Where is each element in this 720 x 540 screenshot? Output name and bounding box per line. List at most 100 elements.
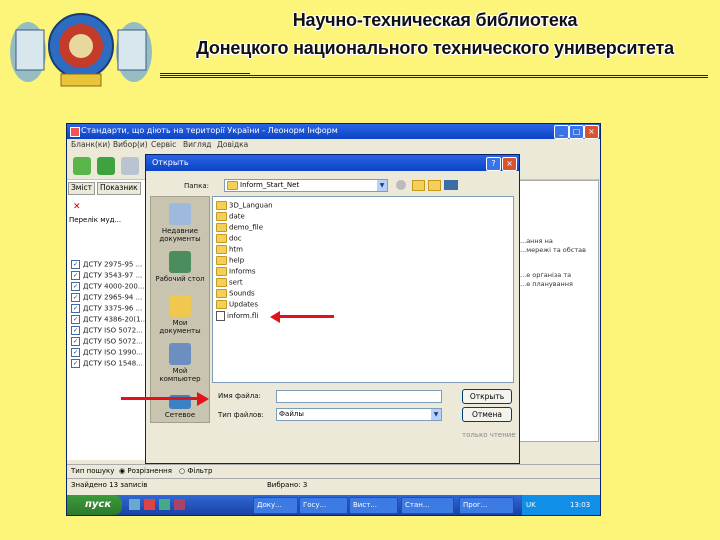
checkbox[interactable]: ✓ [71,348,80,357]
folder-item[interactable]: htm [216,245,243,254]
system-tray: UK 13:03 [522,495,600,515]
open-button[interactable]: Открыть [462,389,512,404]
folder-icon [227,180,238,190]
list-item[interactable]: ✓ ДСТУ 3375-96 ... [71,304,147,314]
help-button[interactable]: ? [486,157,501,171]
place-my-computer[interactable]: Мой компьютер [151,343,209,383]
chevron-down-icon: ▼ [377,180,387,191]
my-documents-icon [169,295,191,317]
dialog-close-button[interactable]: × [502,157,517,171]
start-button[interactable]: пуск [67,495,122,515]
taskbar: пуск Доку... Госу... Вист... Стан... Про… [67,495,600,515]
view-menu-icon[interactable] [444,180,458,190]
minimize-button[interactable]: _ [554,125,569,139]
tab-contents[interactable]: Зміст [68,182,96,195]
cancel-button[interactable]: Отмена [462,407,512,422]
quicklaunch-icon[interactable] [174,499,185,510]
list-item[interactable]: ✓ ДСТУ 4386-20(1... [71,315,147,325]
quicklaunch-icon[interactable] [129,499,140,510]
arrow-to-file [270,310,334,324]
quicklaunch-icon[interactable] [144,499,155,510]
file-item[interactable]: inform.fli [216,311,258,321]
recent-documents-icon [169,203,191,225]
arrow-head-right-icon [197,392,209,406]
list-item[interactable]: ✓ ДСТУ 3543-97 ... [71,271,147,281]
app-title: Стандарти, що діють на території України… [81,126,338,135]
taskbar-item[interactable]: Госу... [299,497,348,514]
found-count: Знайдено 13 записів [71,481,148,489]
list-item[interactable]: ✓ ДСТУ 2965-94 ... [71,293,147,303]
places-bar: Недавние документы Рабочий стол Мои доку… [150,196,210,423]
checkbox[interactable]: ✓ [71,315,80,324]
filetype-select[interactable]: Файлы ▼ [276,408,442,421]
status-bar: Знайдено 13 записів Вибрано: 3 [67,478,600,491]
menu-item[interactable]: Вигляд [183,140,211,149]
my-computer-icon [169,343,191,365]
list-item[interactable]: ✓ ДСТУ ISO 5072... [71,326,147,336]
checkbox[interactable]: ✓ [71,260,80,269]
folder-icon [216,256,227,265]
checkbox[interactable]: ✓ [71,304,80,313]
export-icon[interactable] [73,157,91,175]
folder-item[interactable]: help [216,256,244,265]
list-item[interactable]: ✓ ДСТУ ISO 1548... [71,359,147,369]
new-folder-icon[interactable] [428,180,441,191]
lookin-select[interactable]: Inform_Start_Net ▼ [224,179,388,192]
radio-option-distinct[interactable]: ◉ Розрізнення [119,467,172,475]
folder-item[interactable]: sert [216,278,243,287]
search-icon[interactable] [121,157,139,175]
folder-icon [216,278,227,287]
checkbox[interactable]: ✓ [71,282,80,291]
list-item[interactable]: ✓ ДСТУ ISO 1990... [71,348,147,358]
arrow-to-filename [121,391,211,407]
taskbar-item[interactable]: Прог... [459,497,514,514]
place-my-documents[interactable]: Мои документы [151,295,209,335]
desktop-icon [169,251,191,273]
filter-close-icon[interactable]: ✕ [73,202,81,212]
taskbar-item[interactable]: Стан... [401,497,454,514]
list-item[interactable]: ✓ ДСТУ ISO 5072... [71,337,147,347]
checkbox[interactable]: ✓ [71,337,80,346]
folder-icon [216,234,227,243]
dialog-titlebar: Открыть ? × [146,155,519,171]
menu-item[interactable]: Бланк(ки) [71,140,110,149]
folder-item[interactable]: date [216,212,245,221]
taskbar-item[interactable]: Вист... [349,497,398,514]
close-button[interactable]: × [584,125,599,139]
right-panel-text: ...ання на [520,237,553,245]
app-icon [70,127,80,137]
checkbox[interactable]: ✓ [71,326,80,335]
language-indicator[interactable]: UK [526,501,536,509]
checkbox[interactable]: ✓ [71,293,80,302]
folder-icon [216,212,227,221]
arrow-shaft [279,315,334,318]
place-desktop[interactable]: Рабочий стол [151,251,209,283]
filename-input[interactable] [276,390,442,403]
place-recent[interactable]: Недавние документы [151,203,209,243]
folder-item[interactable]: Updates [216,300,258,309]
back-icon[interactable] [396,180,406,190]
search-type-label: Тип пошуку [71,467,115,475]
maximize-button[interactable]: □ [569,125,584,139]
folder-item[interactable]: 3D_Languan [216,201,273,210]
university-emblem-icon [10,13,152,87]
folder-item[interactable]: demo_file [216,223,263,232]
checkbox[interactable]: ✓ [71,359,80,368]
radio-option-filter[interactable]: ○ Фільтр [179,467,212,475]
menu-item[interactable]: Вибор(и) [113,140,148,149]
folder-item[interactable]: doc [216,234,242,243]
up-folder-icon[interactable] [412,180,425,191]
folder-item[interactable]: Sounds [216,289,255,298]
filename-label: Имя файла: [218,392,261,400]
checkbox[interactable]: ✓ [71,271,80,280]
list-item[interactable]: ✓ ДСТУ 2975-95 ... [71,260,147,270]
tab-indicator[interactable]: Показник [97,182,141,195]
folder-icon [216,300,227,309]
menu-item[interactable]: Довідка [217,140,248,149]
quicklaunch-icon[interactable] [159,499,170,510]
taskbar-item[interactable]: Доку... [253,497,298,514]
refresh-icon[interactable] [97,157,115,175]
menu-item[interactable]: Сервіс [151,140,176,149]
folder-item[interactable]: Informs [216,267,255,276]
list-item[interactable]: ✓ ДСТУ 4000-200... [71,282,147,292]
